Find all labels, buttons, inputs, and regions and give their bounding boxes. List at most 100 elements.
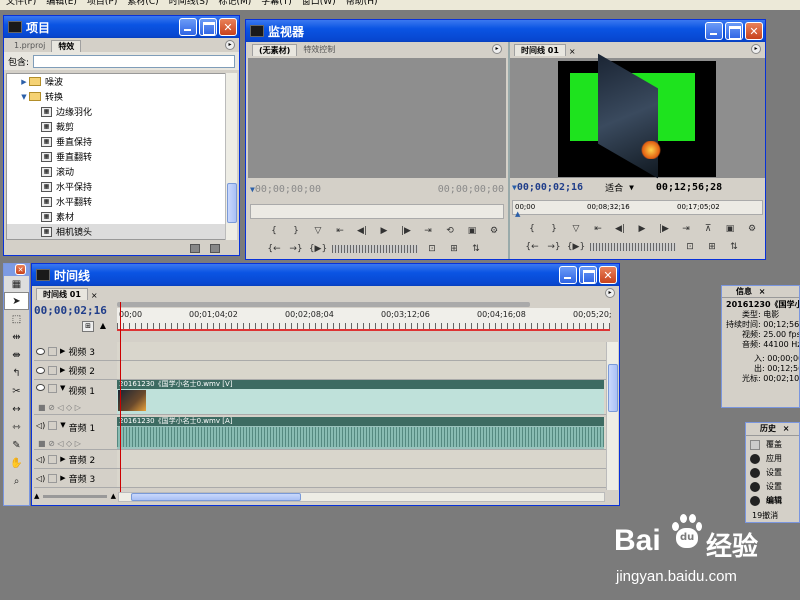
expand-icon[interactable]: ▶ [60,474,65,482]
keyframe-nav-icon[interactable]: ■ ⊘ ◁ ◇ ▷ [36,403,117,412]
rolling-edit-tool-icon[interactable]: ⇼ [4,346,29,364]
video-clip[interactable]: 20161230《国学小名士0.wmv [V] [117,380,604,414]
safe-margins-icon[interactable]: ▣ [464,224,480,238]
zoom-select[interactable]: 适合 [605,181,623,194]
close-button[interactable]: ✕ [745,22,763,40]
play-in-out-icon[interactable]: {▶} [567,240,585,254]
close-button[interactable]: ✕ [15,264,26,275]
menu-marker[interactable]: 标记(M) [218,0,251,10]
zoom-in-icon[interactable]: ▲ [111,492,116,500]
timeline-timecode[interactable]: 00;00;02;16 [34,304,107,317]
history-item[interactable]: 设置 [750,466,799,480]
history-item[interactable]: 应用 [750,452,799,466]
next-marker-icon[interactable]: ⇥ [678,222,694,236]
maximize-button[interactable] [199,18,217,36]
ripple-edit-tool-icon[interactable]: ⇹ [4,328,29,346]
speaker-icon[interactable]: ◁) [36,421,45,430]
lock-box[interactable] [48,421,58,430]
go-to-out-icon[interactable]: →} [546,240,562,254]
pen-tool-icon[interactable]: ✎ [4,436,29,454]
slide-tool-icon[interactable]: ⇿ [4,418,29,436]
output-icon[interactable]: ⚙ [744,222,760,236]
go-to-in-icon[interactable]: {← [266,242,282,256]
collapse-icon[interactable]: ▼ [60,384,65,392]
step-forward-icon[interactable]: |▶ [398,224,414,238]
insert-icon[interactable]: ⊡ [424,242,440,256]
minimize-button[interactable] [705,22,723,40]
tab-close-icon[interactable]: × [759,287,766,296]
playhead-line[interactable] [120,302,121,492]
tree-folder-noise[interactable]: ▶ 噪波 [7,74,227,89]
speaker-icon[interactable]: ◁) [36,474,45,483]
hand-tool-icon[interactable]: ✋ [4,454,29,472]
slip-tool-icon[interactable]: ↔ [4,400,29,418]
step-back-marker-icon[interactable]: ⇤ [590,222,606,236]
timeline-ruler[interactable]: 00;00 00;01;04;02 00;02;08;04 00;03;12;0… [117,308,612,331]
scroll-thumb[interactable] [227,183,237,223]
toggle-icon[interactable]: ⇅ [468,242,484,256]
maximize-button[interactable] [579,266,597,284]
tools-titlebar[interactable]: ✕ [4,264,29,276]
project-titlebar[interactable]: 项目 ✕ [4,16,239,38]
set-in-icon[interactable]: { [524,222,540,236]
horizontal-scrollbar[interactable] [118,492,605,502]
eye-icon[interactable] [36,366,45,374]
step-back-marker-icon[interactable]: ⇤ [332,224,348,238]
tree-effect[interactable]: ▦ 边缘羽化 [7,104,227,119]
set-out-icon[interactable]: } [288,224,304,238]
menu-clip[interactable]: 素材(C) [127,0,158,10]
extract-icon[interactable]: ⊞ [704,240,720,254]
expand-icon[interactable]: ▶ [19,78,29,86]
program-timecode-current[interactable]: 00;00;02;16 [517,182,583,193]
history-item-current[interactable]: 编辑 [750,494,799,508]
set-in-icon[interactable]: { [266,224,282,238]
selection-tool-icon[interactable]: ➤ [4,292,29,310]
play-in-out-icon[interactable]: {▶} [309,242,327,256]
history-item[interactable]: 设置 [750,480,799,494]
razor-tool-icon[interactable]: ✂ [4,382,29,400]
tab-close-icon[interactable]: × [783,424,790,433]
tab-effects[interactable]: 特效 [51,40,82,52]
tree-effect[interactable]: ▦ 垂直翻转 [7,149,227,164]
eye-icon[interactable] [36,384,45,391]
track-body[interactable] [117,361,610,380]
source-timecode-current[interactable]: 00;00;00;00 [255,184,438,195]
tab-no-clip[interactable]: (无素材) [252,44,298,56]
step-back-icon[interactable]: ◀| [612,222,628,236]
history-tab[interactable]: 历史 × [746,423,799,436]
zoom-track[interactable] [43,494,107,498]
track-body[interactable] [117,469,610,488]
timeline-titlebar[interactable]: 时间线 ✕ [32,264,619,286]
lock-box[interactable] [48,384,57,393]
history-item[interactable]: 覆盖 [750,438,799,452]
tree-effect[interactable]: ▦ 滚动 [7,164,227,179]
safe-margins-icon[interactable]: ▣ [722,222,738,236]
playhead-icon[interactable]: ▲ [515,210,520,218]
tree-effect[interactable]: ▦ 裁剪 [7,119,227,134]
snap-icon[interactable]: ⊞ [82,321,94,332]
tree-effect[interactable]: ▦ 水平翻转 [7,194,227,209]
track-select-tool-icon[interactable]: ⬚ [4,310,29,328]
tree-effect[interactable]: ▦ 水平保持 [7,179,227,194]
zoom-out-icon[interactable]: ▲ [34,492,39,500]
source-mini-ruler[interactable] [250,204,504,219]
menu-window[interactable]: 窗口(W) [302,0,336,10]
chevron-down-icon[interactable]: ▼ [629,183,634,192]
expand-icon[interactable]: ▶ [60,455,65,463]
speaker-icon[interactable]: ◁) [36,455,45,464]
search-input[interactable] [33,54,235,68]
tree-folder-transform[interactable]: ▼ 转换 [7,89,227,104]
panel-menu-icon[interactable]: ▸ [225,40,235,50]
lock-box[interactable] [48,365,57,375]
next-marker-icon[interactable]: ⇥ [420,224,436,238]
new-bin-icon[interactable] [190,244,200,253]
overlay-icon[interactable]: ⊞ [446,242,462,256]
loop-icon[interactable]: ⟲ [442,224,458,238]
tab-timeline-01[interactable]: 时间线 01 [514,44,566,56]
lock-box[interactable] [48,346,57,356]
tab-close-icon[interactable]: × [91,291,98,300]
step-back-icon[interactable]: ◀| [354,224,370,238]
tree-effect[interactable]: ▦ 素材 [7,209,227,224]
audio-clip[interactable]: 20161230《国学小名士0.wmv [A] [117,417,604,449]
close-button[interactable]: ✕ [219,18,237,36]
